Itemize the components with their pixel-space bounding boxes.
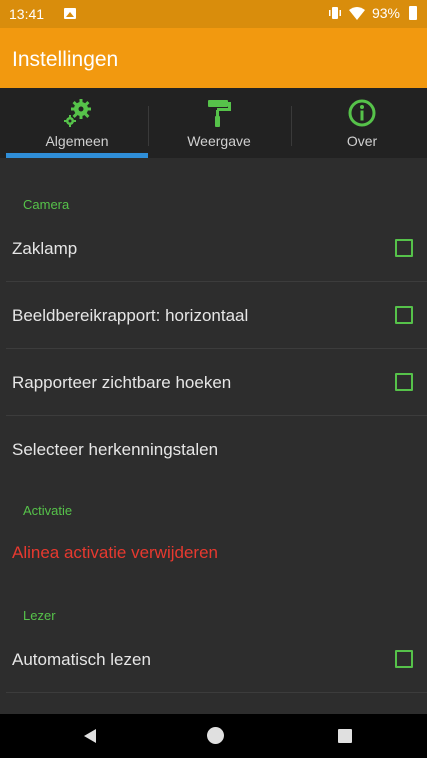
setting-row-herkenningstalen[interactable]: Selecteer herkenningstalen xyxy=(6,416,427,483)
beeldbereikrapport-checkbox[interactable] xyxy=(395,306,413,324)
battery-percentage: 93% xyxy=(371,5,400,21)
home-icon[interactable] xyxy=(207,727,224,744)
status-indicators: 93% xyxy=(328,5,417,21)
wifi-icon xyxy=(348,6,365,20)
section-header-camera: Camera xyxy=(23,197,70,212)
tab-over[interactable]: Over xyxy=(291,88,427,158)
tab-algemeen[interactable]: Algemeen xyxy=(6,88,148,158)
zichtbare-hoeken-checkbox[interactable] xyxy=(395,373,413,391)
tab-bar: Algemeen Weergave Over xyxy=(0,88,427,158)
setting-label: Rapporteer zichtbare hoeken xyxy=(12,373,232,392)
setting-row-automatisch-lezen[interactable]: Automatisch lezen xyxy=(6,626,427,693)
recent-apps-icon[interactable] xyxy=(338,729,352,743)
setting-label: Alinea activatie verwijderen xyxy=(12,543,218,562)
section-header-activatie: Activatie xyxy=(23,503,73,518)
battery-icon xyxy=(409,6,417,20)
section-header-lezer: Lezer xyxy=(23,608,56,623)
tab-weergave[interactable]: Weergave xyxy=(148,88,290,158)
setting-row-alinea-activatie[interactable]: Alinea activatie verwijderen xyxy=(6,519,427,586)
vibrate-icon xyxy=(328,7,341,19)
tab-label: Weergave xyxy=(187,133,251,149)
photo-icon xyxy=(64,8,76,19)
setting-label: Beeldbereikrapport: horizontaal xyxy=(12,306,249,325)
tab-selected-indicator xyxy=(6,153,148,158)
setting-row-zaklamp[interactable]: Zaklamp xyxy=(6,215,427,282)
gears-icon xyxy=(64,99,91,127)
setting-label: Zaklamp xyxy=(12,239,78,258)
tab-label: Algemeen xyxy=(45,133,109,149)
status-time: 13:41 xyxy=(9,6,45,22)
status-bar: 13:41 93% xyxy=(0,0,427,28)
paint-roller-icon xyxy=(208,100,231,127)
automatisch-lezen-checkbox[interactable] xyxy=(395,650,413,668)
page-title: Instellingen xyxy=(12,48,119,71)
tab-label: Over xyxy=(346,133,378,149)
setting-row-beeldbereikrapport[interactable]: Beeldbereikrapport: horizontaal xyxy=(6,282,427,349)
navigation-bar xyxy=(0,714,427,758)
setting-label: Automatisch lezen xyxy=(12,650,151,669)
setting-label: Selecteer herkenningstalen xyxy=(12,440,219,459)
zaklamp-checkbox[interactable] xyxy=(395,239,413,257)
back-icon[interactable] xyxy=(84,729,96,743)
info-icon xyxy=(348,99,376,127)
app-bar: Instellingen xyxy=(0,28,427,88)
setting-row-zichtbare-hoeken[interactable]: Rapporteer zichtbare hoeken xyxy=(6,349,427,416)
